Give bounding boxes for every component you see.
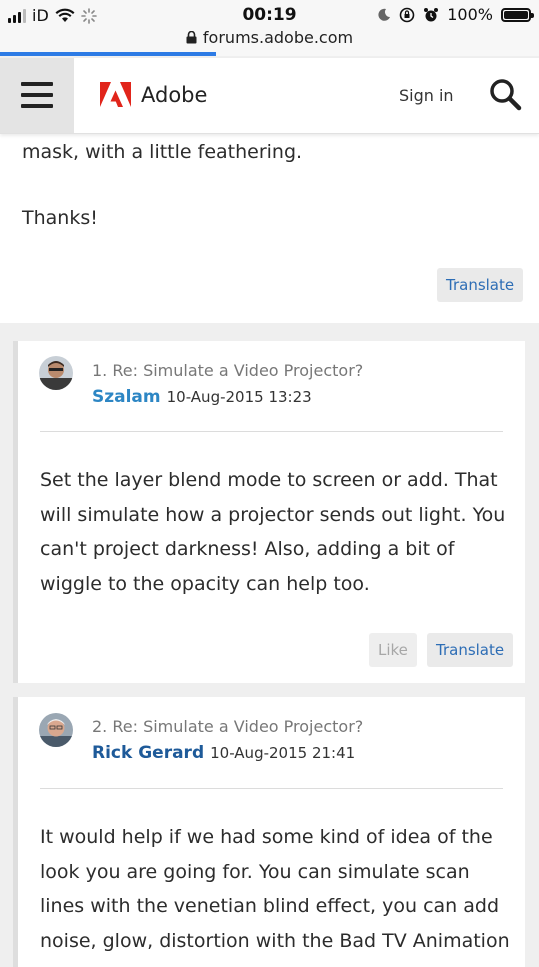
lock-icon: [186, 30, 197, 44]
url-text: forums.adobe.com: [202, 28, 354, 47]
author-link[interactable]: Rick Gerard: [92, 743, 204, 763]
avatar[interactable]: [39, 356, 73, 390]
brand-name: Adobe: [141, 82, 208, 107]
divider: [40, 788, 503, 789]
adobe-logo[interactable]: Adobe: [100, 82, 207, 107]
reply-title[interactable]: 1. Re: Simulate a Video Projector?: [92, 361, 363, 380]
reply-body: Set the layer blend mode to screen or ad…: [40, 469, 506, 595]
post-text-line: mask, with a little feathering.: [22, 141, 303, 163]
page-load-progress: [0, 52, 539, 56]
ios-status-bar: iD 00:19 100% forums.adobe.com: [0, 0, 539, 56]
reply-body: It would help if we had some kind of ide…: [40, 826, 510, 952]
reply-title[interactable]: 2. Re: Simulate a Video Projector?: [92, 717, 363, 736]
post-text-line: Thanks!: [22, 207, 98, 229]
avatar-image: [39, 713, 73, 747]
reply-card: 1. Re: Simulate a Video Projector? Szala…: [13, 341, 525, 683]
do-not-disturb-icon: [378, 8, 391, 21]
orientation-lock-icon: [399, 7, 415, 22]
menu-button[interactable]: [0, 58, 74, 133]
author-line: Szalam 10-Aug-2015 13:23: [92, 387, 312, 407]
address-bar[interactable]: forums.adobe.com: [0, 28, 539, 47]
sign-in-link[interactable]: Sign in: [399, 86, 454, 105]
hamburger-icon-line: [21, 93, 53, 97]
battery-icon: [501, 7, 534, 22]
search-icon[interactable]: [488, 78, 522, 112]
hamburger-icon-line: [21, 104, 53, 108]
hamburger-icon: [21, 82, 53, 86]
reply-card: 2. Re: Simulate a Video Projector? Rick …: [13, 697, 525, 967]
avatar-image: [39, 356, 73, 390]
avatar[interactable]: [39, 713, 73, 747]
adobe-logo-icon: [100, 82, 131, 107]
post-date: 10-Aug-2015 21:41: [210, 744, 356, 762]
author-link[interactable]: Szalam: [92, 387, 161, 407]
author-line: Rick Gerard 10-Aug-2015 21:41: [92, 743, 355, 763]
status-icons: 100%: [377, 5, 534, 24]
translate-button[interactable]: Translate: [437, 268, 524, 302]
original-post: mask, with a little feathering. Thanks! …: [0, 133, 539, 323]
translate-button[interactable]: Translate: [427, 633, 514, 667]
alarm-icon: [424, 7, 439, 21]
battery-percent: 100%: [447, 5, 493, 24]
like-button[interactable]: Like: [369, 633, 417, 667]
site-header: Adobe Sign in: [0, 58, 539, 134]
page-load-progress-fill: [0, 52, 216, 56]
divider: [40, 431, 503, 432]
post-date: 10-Aug-2015 13:23: [166, 388, 312, 406]
